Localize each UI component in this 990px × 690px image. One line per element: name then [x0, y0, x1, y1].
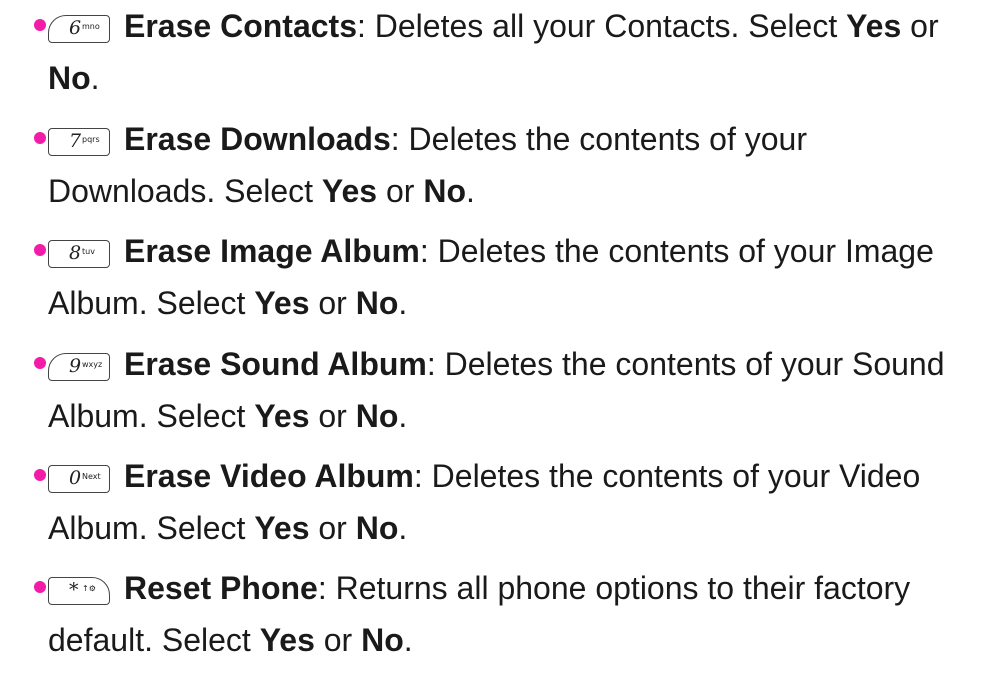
- option-description: : Deletes the contents of your Image: [419, 233, 934, 269]
- item-line: Album. Select Yes or No.: [48, 396, 407, 436]
- option-description: : Deletes the contents of your: [390, 121, 807, 157]
- or-text: or: [309, 285, 356, 321]
- item-line: Downloads. Select Yes or No.: [48, 171, 475, 211]
- no-option: No: [423, 173, 466, 209]
- option-description: : Deletes the contents of your Video: [413, 458, 921, 494]
- bullet-icon: [34, 244, 46, 256]
- yes-option: Yes: [259, 622, 315, 658]
- item-line: * ↑⚙ Reset Phone: Returns all phone opti…: [48, 568, 910, 608]
- bullet-icon: [34, 132, 46, 144]
- or-text: or: [309, 398, 356, 434]
- no-option: No: [355, 510, 399, 546]
- item-line: default. Select Yes or No.: [48, 620, 413, 660]
- item-line: 8 tuv Erase Image Album: Deletes the con…: [48, 231, 934, 271]
- option-description: : Returns all phone options to their fac…: [317, 570, 911, 606]
- bullet-icon: [34, 19, 46, 31]
- item-line: 7 pqrs Erase Downloads: Deletes the cont…: [48, 119, 807, 159]
- period-text: .: [398, 398, 408, 434]
- period-text: .: [403, 622, 413, 658]
- key-star-icon: * ↑⚙: [48, 577, 110, 605]
- item-line: 6 mno Erase Contacts: Deletes all your C…: [48, 6, 939, 46]
- item-line: Album. Select Yes or No.: [48, 508, 407, 548]
- item-line: No.: [48, 58, 100, 98]
- option-description-cont: Album. Select: [48, 510, 255, 546]
- bullet-icon: [34, 469, 46, 481]
- key-8-icon: 8 tuv: [48, 240, 110, 268]
- key-0-icon: 0 Next: [48, 465, 110, 493]
- option-title: Erase Video Album: [124, 458, 414, 494]
- no-option: No: [355, 285, 399, 321]
- or-text: or: [309, 510, 356, 546]
- yes-option: Yes: [254, 285, 310, 321]
- or-text: or: [901, 8, 939, 44]
- key-7-icon: 7 pqrs: [48, 128, 110, 156]
- option-title: Reset Phone: [124, 570, 318, 606]
- yes-option: Yes: [846, 8, 902, 44]
- item-line: Album. Select Yes or No.: [48, 283, 407, 323]
- no-option: No: [355, 398, 399, 434]
- no-option: No: [48, 60, 91, 96]
- option-title: Erase Downloads: [124, 121, 391, 157]
- option-title: Erase Contacts: [124, 8, 357, 44]
- option-description: : Deletes all your Contacts. Select: [356, 8, 847, 44]
- bullet-icon: [34, 581, 46, 593]
- yes-option: Yes: [321, 173, 378, 209]
- item-line: 0 Next Erase Video Album: Deletes the co…: [48, 456, 920, 496]
- no-option: No: [361, 622, 404, 658]
- option-description-cont: Album. Select: [48, 398, 255, 434]
- period-text: .: [465, 173, 475, 209]
- key-9-icon: 9 wxyz: [48, 353, 110, 381]
- option-description: : Deletes the contents of your Sound: [426, 346, 945, 382]
- period-text: .: [398, 510, 408, 546]
- yes-option: Yes: [254, 398, 310, 434]
- item-line: 9 wxyz Erase Sound Album: Deletes the co…: [48, 344, 945, 384]
- bullet-icon: [34, 357, 46, 369]
- period-text: .: [398, 285, 408, 321]
- key-6-icon: 6 mno: [48, 15, 110, 43]
- yes-option: Yes: [254, 510, 310, 546]
- period-text: .: [90, 60, 100, 96]
- option-title: Erase Image Album: [124, 233, 420, 269]
- or-text: or: [377, 173, 424, 209]
- or-text: or: [314, 622, 362, 658]
- option-title: Erase Sound Album: [124, 346, 427, 382]
- option-description-cont: default. Select: [48, 622, 260, 658]
- option-description-cont: Downloads. Select: [48, 173, 322, 209]
- option-description-cont: Album. Select: [48, 285, 255, 321]
